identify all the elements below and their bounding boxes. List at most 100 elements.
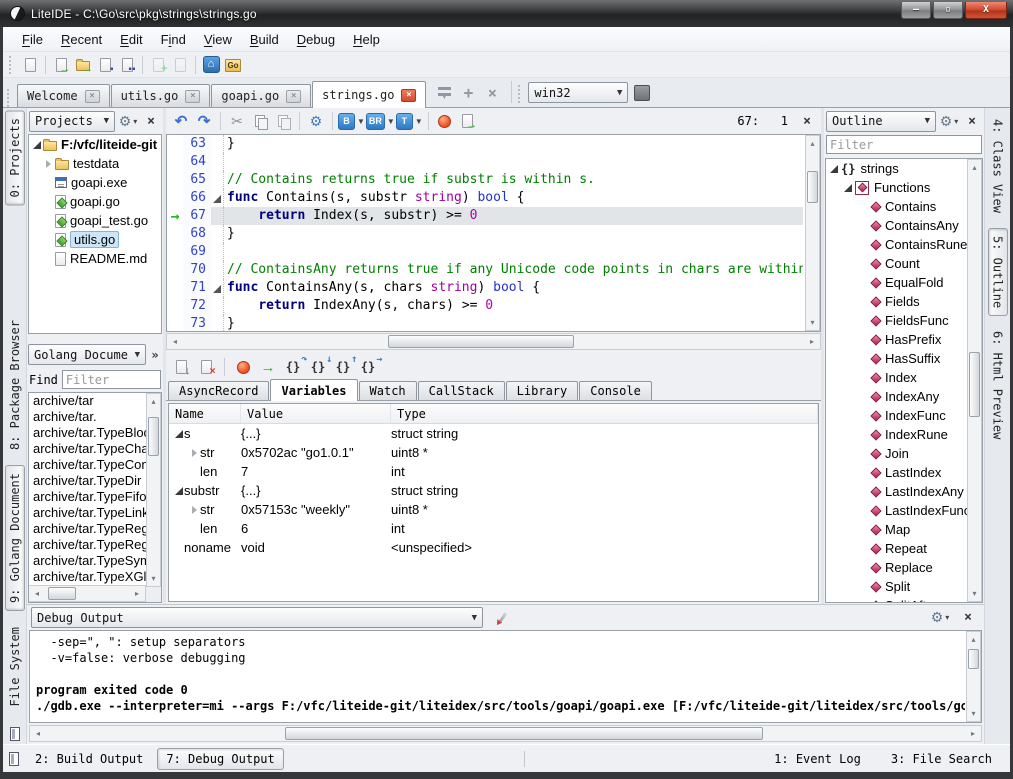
record-button[interactable] bbox=[232, 356, 254, 378]
file-down-button[interactable]: ↓ bbox=[170, 356, 192, 378]
doc-list-item[interactable]: archive/tar.TypeSymlink bbox=[29, 553, 146, 569]
code-line[interactable]: 64 bbox=[167, 153, 803, 171]
output-close-button[interactable]: × bbox=[958, 608, 978, 628]
rightbar-tab-4-class-view[interactable]: 4: Class View bbox=[989, 112, 1007, 220]
code-text[interactable]: return IndexAny(s, chars) >= 0 bbox=[224, 297, 803, 315]
file-close-button[interactable]: × bbox=[195, 356, 217, 378]
menu-item-edit[interactable]: Edit bbox=[111, 29, 151, 50]
variable-row[interactable]: str 0x57153c "weekly" uint8 * bbox=[169, 500, 818, 519]
scrollbar-thumb[interactable] bbox=[285, 727, 763, 740]
editor-toolbar-close-button[interactable]: × bbox=[797, 111, 817, 131]
step-into-button[interactable]: {}↓ bbox=[307, 356, 329, 378]
outline-item-indexrune[interactable]: IndexRune bbox=[826, 425, 967, 444]
column-header-type[interactable]: Type bbox=[391, 404, 818, 423]
godoc-button[interactable]: Go bbox=[222, 54, 244, 76]
outline-item-fields[interactable]: Fields bbox=[826, 292, 967, 311]
status-tab-7-debug-output[interactable]: 7: Debug Output bbox=[157, 748, 283, 770]
output-vscrollbar[interactable]: ▴ ▾ bbox=[966, 631, 981, 722]
editor-hscrollbar[interactable]: ◂ ▸ bbox=[166, 333, 821, 350]
doc-filter-input[interactable] bbox=[62, 370, 161, 389]
menu-item-debug[interactable]: Debug bbox=[288, 29, 344, 50]
variable-row[interactable]: substr {...} struct string bbox=[169, 481, 818, 500]
panel-splitter[interactable] bbox=[27, 334, 163, 342]
test-button[interactable]: T▼ bbox=[396, 110, 423, 132]
scrollbar-thumb[interactable] bbox=[968, 649, 979, 669]
chevron-down-icon[interactable]: ▼ bbox=[357, 117, 365, 126]
debug-tab-callstack[interactable]: CallStack bbox=[418, 381, 505, 400]
outline-item-equalfold[interactable]: EqualFold bbox=[826, 273, 967, 292]
toolbar-grip[interactable] bbox=[9, 56, 14, 74]
step-out-button[interactable]: {}↑ bbox=[332, 356, 354, 378]
outline-filter-input[interactable] bbox=[826, 135, 982, 154]
collapsed-arrow-icon[interactable] bbox=[46, 160, 51, 168]
outline-item-indexany[interactable]: IndexAny bbox=[826, 387, 967, 406]
debug-tab-asyncrecord[interactable]: AsyncRecord bbox=[168, 381, 269, 400]
doc-list-item[interactable]: archive/tar.TypeReg bbox=[29, 521, 146, 537]
open-folder-button[interactable]: → bbox=[72, 54, 94, 76]
doc-list-item[interactable]: archive/tar.TypeChar bbox=[29, 441, 146, 457]
projects-close-button[interactable]: × bbox=[141, 111, 161, 131]
menu-item-build[interactable]: Build bbox=[241, 29, 288, 50]
redo-button[interactable]: ↷ bbox=[193, 110, 215, 132]
sidebar-tab-8-package-browser[interactable]: 8: Package Browser bbox=[6, 313, 24, 457]
scrollbar-thumb[interactable] bbox=[48, 587, 77, 600]
open-file-button[interactable]: → bbox=[50, 54, 72, 76]
outline-item-index[interactable]: Index bbox=[826, 368, 967, 387]
menu-item-find[interactable]: Find bbox=[152, 29, 195, 50]
undo-button[interactable]: ↶ bbox=[170, 110, 192, 132]
code-line[interactable]: 72 return IndexAny(s, chars) >= 0 bbox=[167, 297, 803, 315]
env-grip[interactable] bbox=[518, 85, 523, 103]
code-text[interactable] bbox=[224, 243, 803, 261]
tree-item-testdata[interactable]: testdata bbox=[29, 154, 161, 173]
variable-row[interactable]: len 6 int bbox=[169, 519, 818, 538]
doc-list-item[interactable]: archive/tar.TypeCont bbox=[29, 457, 146, 473]
record-button[interactable] bbox=[434, 110, 456, 132]
scrollbar-thumb[interactable] bbox=[807, 171, 818, 204]
continue-button[interactable]: → bbox=[257, 356, 279, 378]
expanded-arrow-icon[interactable] bbox=[844, 184, 852, 192]
code-text[interactable]: func Contains(s, substr string) bool { bbox=[224, 189, 803, 207]
code-text[interactable]: func ContainsAny(s, chars string) bool { bbox=[224, 279, 803, 297]
scroll-down-icon[interactable]: ▾ bbox=[147, 571, 160, 586]
tab-close-icon[interactable]: × bbox=[401, 89, 416, 102]
scroll-right-icon[interactable]: ▸ bbox=[804, 334, 820, 349]
code-text[interactable]: // Contains returns true if substr is wi… bbox=[224, 171, 803, 189]
outline-item-split[interactable]: Split bbox=[826, 577, 967, 596]
outline-item-indexfunc[interactable]: IndexFunc bbox=[826, 406, 967, 425]
add-button[interactable]: + bbox=[457, 82, 479, 104]
godoc-vscrollbar[interactable]: ▴ ▾ bbox=[146, 393, 161, 587]
export-button[interactable]: → bbox=[457, 110, 479, 132]
minimize-button[interactable]: – bbox=[901, 2, 931, 19]
outline-item-repeat[interactable]: Repeat bbox=[826, 539, 967, 558]
tab-close-icon[interactable]: × bbox=[85, 90, 100, 103]
variable-row[interactable]: str 0x5702ac "go1.0.1" uint8 * bbox=[169, 443, 818, 462]
debug-tab-library[interactable]: Library bbox=[506, 381, 579, 400]
fold-column[interactable] bbox=[211, 279, 224, 297]
code-line[interactable]: 68 } bbox=[167, 225, 803, 243]
more-button[interactable]: » bbox=[148, 348, 162, 362]
menu-item-view[interactable]: View bbox=[195, 29, 241, 50]
godoc-hscrollbar[interactable]: ◂ ▸ bbox=[29, 585, 146, 602]
output-combo[interactable]: Debug Output▼ bbox=[31, 607, 483, 628]
menu-item-recent[interactable]: Recent bbox=[52, 29, 111, 50]
outline-item-count[interactable]: Count bbox=[826, 254, 967, 273]
scroll-up-icon[interactable]: ▴ bbox=[967, 632, 980, 647]
code-text[interactable] bbox=[224, 153, 803, 171]
tab-list-button[interactable]: ▾ bbox=[433, 82, 455, 104]
maximize-button[interactable]: ▫ bbox=[933, 2, 963, 19]
debug-tab-watch[interactable]: Watch bbox=[359, 381, 417, 400]
projects-combo[interactable]: Projects▼ bbox=[29, 111, 115, 132]
outline-item-hasprefix[interactable]: HasPrefix bbox=[826, 330, 967, 349]
code-text[interactable]: } bbox=[224, 225, 803, 243]
code-line[interactable]: 73 } bbox=[167, 315, 803, 332]
scroll-down-icon[interactable]: ▾ bbox=[968, 586, 981, 601]
scroll-down-icon[interactable]: ▾ bbox=[967, 706, 980, 721]
panel-layout-icon[interactable] bbox=[10, 727, 20, 741]
home-button[interactable]: ⌂ bbox=[200, 54, 222, 76]
column-header-value[interactable]: Value bbox=[241, 404, 391, 423]
outline-item-splitafter[interactable]: SplitAfter bbox=[826, 596, 967, 602]
code-line[interactable]: 71 func ContainsAny(s, chars string) boo… bbox=[167, 279, 803, 297]
column-header-name[interactable]: Name bbox=[169, 404, 241, 423]
outline-item-lastindex[interactable]: LastIndex bbox=[826, 463, 967, 482]
sidebar-tab-9-golang-document[interactable]: 9: Golang Document bbox=[5, 465, 25, 611]
